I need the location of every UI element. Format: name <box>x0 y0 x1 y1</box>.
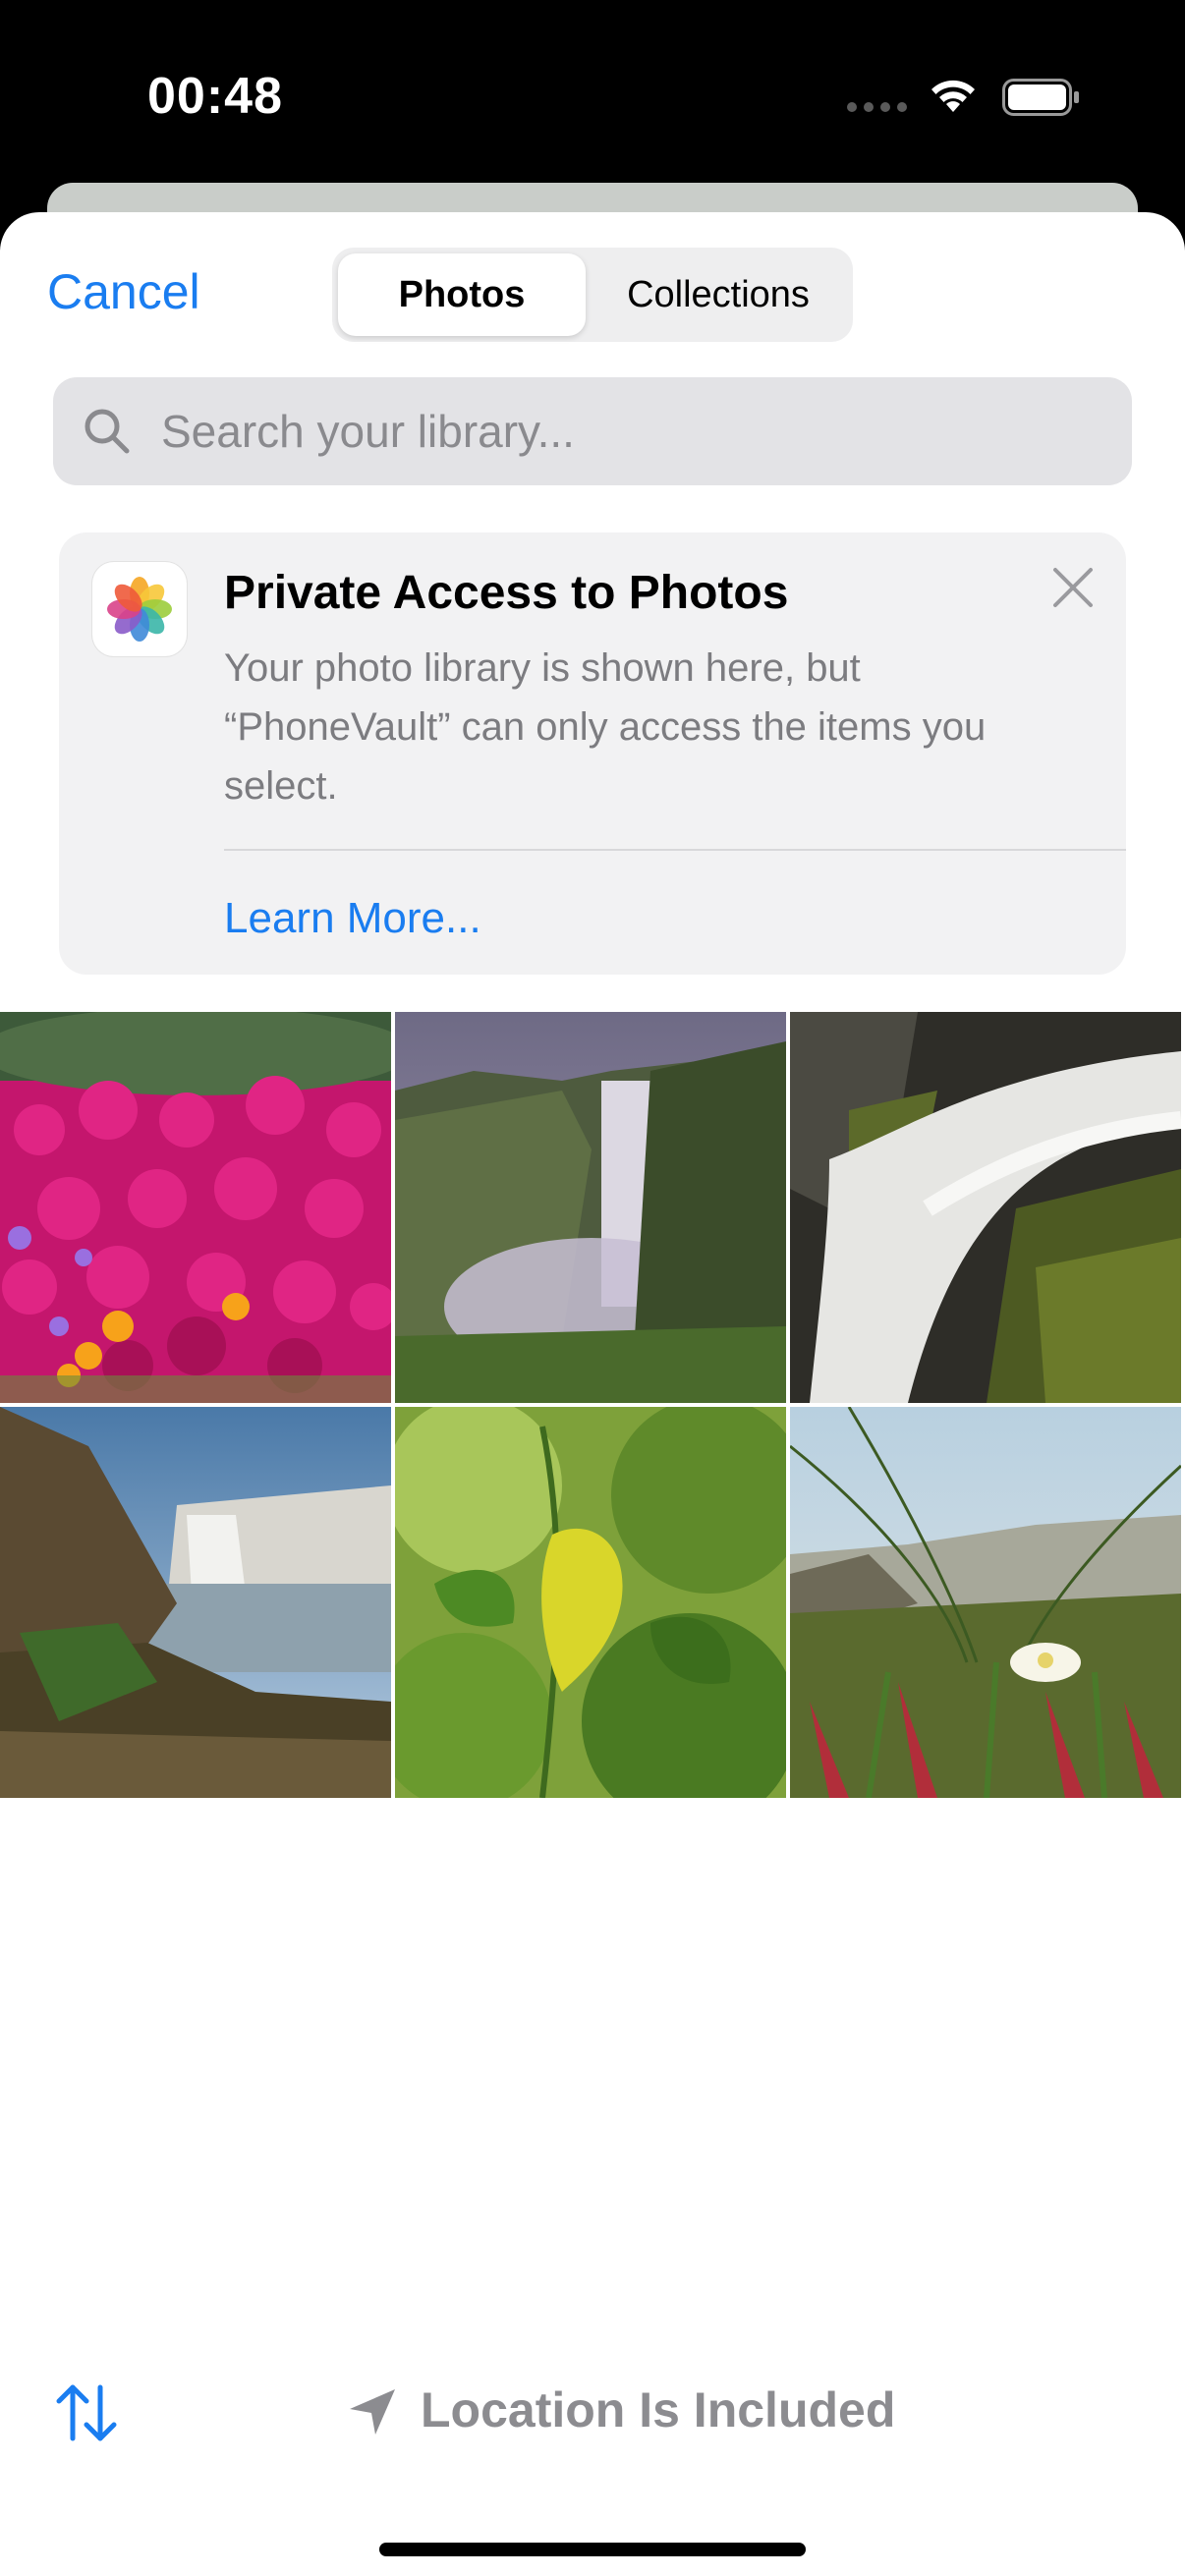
photo-thumbnail[interactable] <box>395 1012 786 1403</box>
location-arrow-icon <box>350 2389 395 2435</box>
segmented-control: Photos Collections <box>332 248 853 342</box>
status-time: 00:48 <box>147 68 283 125</box>
photo-thumbnail[interactable] <box>0 1012 391 1403</box>
cancel-button[interactable]: Cancel <box>47 263 200 320</box>
home-indicator <box>379 2543 806 2556</box>
search-icon <box>85 409 130 454</box>
photo-thumbnail[interactable] <box>395 1407 786 1798</box>
search-placeholder: Search your library... <box>161 406 575 457</box>
photo-thumbnail[interactable] <box>790 1407 1181 1798</box>
photo-picker-sheet: Cancel Photos Collections Search your li… <box>0 212 1185 2576</box>
banner-title: Private Access to Photos <box>224 567 789 619</box>
learn-more-link[interactable]: Learn More... <box>224 894 481 943</box>
tab-collections[interactable]: Collections <box>590 253 847 336</box>
wifi-icon <box>931 80 975 112</box>
cellular-dots-icon <box>847 102 908 114</box>
location-label: Location Is Included <box>421 2382 896 2437</box>
photos-app-icon <box>92 562 187 656</box>
search-field[interactable]: Search your library... <box>53 377 1132 485</box>
tab-photos[interactable]: Photos <box>338 253 586 336</box>
photo-thumbnail[interactable] <box>790 1012 1181 1403</box>
banner-body: Your photo library is shown here, but “P… <box>224 646 987 808</box>
battery-icon <box>1002 79 1079 116</box>
photo-thumbnail[interactable] <box>0 1407 391 1798</box>
private-access-banner: Private Access to Photos Your photo libr… <box>59 532 1126 975</box>
status-bar: 00:48 <box>0 0 1185 187</box>
close-icon[interactable] <box>1047 562 1099 613</box>
divider <box>224 849 1126 851</box>
sort-arrows-icon[interactable] <box>51 2378 122 2448</box>
